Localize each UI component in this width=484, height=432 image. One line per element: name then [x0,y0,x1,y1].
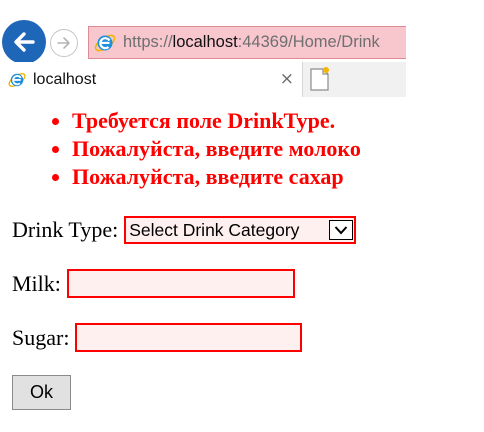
drink-type-label: Drink Type: [12,217,119,242]
back-button[interactable] [2,20,46,64]
milk-input[interactable] [66,269,295,298]
sugar-label: Sugar: [12,324,70,350]
chevron-down-icon [334,226,348,235]
dropdown-arrow[interactable] [329,220,354,240]
sugar-input[interactable] [75,323,303,352]
browser-chrome: https://localhost:44369/Home/Drink local… [0,0,406,97]
back-arrow-icon [14,32,35,52]
drink-type-selected-value: Select Drink Category [129,219,300,240]
tab-strip: localhost × [0,62,406,97]
tab-title: localhost [33,70,97,88]
forward-arrow-icon [57,37,70,49]
drink-type-row: Drink Type: Select Drink Category [12,216,357,244]
new-tab-icon[interactable] [309,66,331,92]
internet-explorer-icon [94,34,116,51]
drink-type-select[interactable]: Select Drink Category [124,216,357,244]
sugar-row: Sugar: [12,323,303,352]
internet-explorer-icon [8,72,26,87]
milk-label: Milk: [12,270,61,296]
address-bar[interactable]: https://localhost:44369/Home/Drink [88,26,406,59]
validation-summary: Требуется поле DrinkType. Пожалуйста, вв… [0,107,361,191]
url-text: https://localhost:44369/Home/Drink [123,33,380,51]
validation-error-drink-type: Требуется поле DrinkType. [72,107,361,135]
validation-error-milk: Пожалуйста, введите молоко [72,135,361,163]
forward-button[interactable] [50,29,78,57]
close-tab-icon[interactable]: × [280,69,294,89]
ok-button[interactable]: Ok [12,375,71,410]
tab-localhost[interactable]: localhost × [0,62,303,97]
milk-row: Milk: [12,269,295,298]
validation-error-sugar: Пожалуйста, введите сахар [72,163,361,191]
